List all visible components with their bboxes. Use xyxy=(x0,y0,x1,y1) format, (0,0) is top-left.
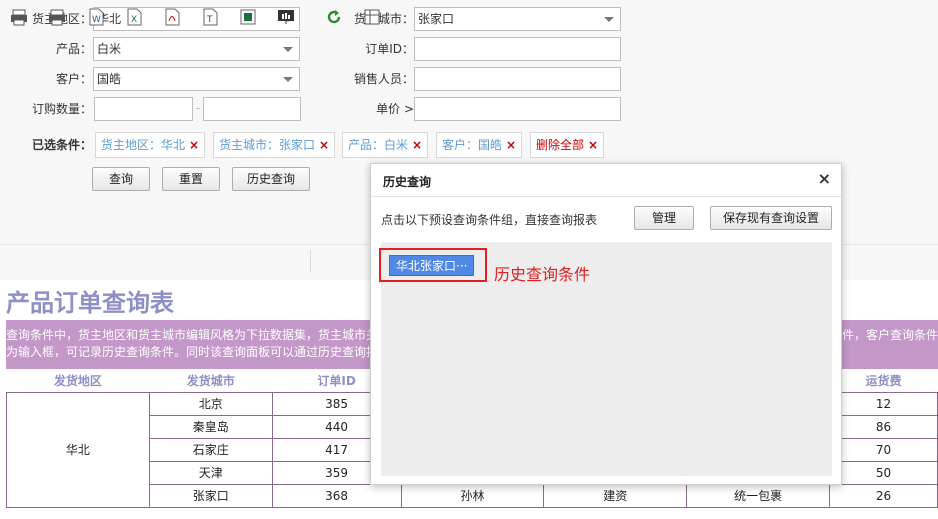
presentation-icon[interactable] xyxy=(277,8,295,26)
table-cell: 建资 xyxy=(543,483,688,508)
product-value: 白米 xyxy=(97,42,122,56)
save-query-settings-button[interactable]: 保存现有查询设置 xyxy=(710,206,832,230)
quantity-from-input[interactable] xyxy=(94,97,193,121)
table-cell: 孙林 xyxy=(400,483,545,508)
customer-value: 国皓 xyxy=(97,72,122,86)
annotation-box xyxy=(379,248,487,282)
chip-customer[interactable]: 客户：国皓 × xyxy=(436,132,523,158)
reset-button[interactable]: 重置 xyxy=(162,167,220,191)
chip-shipper-city[interactable]: 货主城市：张家口 × xyxy=(213,132,336,158)
close-icon[interactable]: × xyxy=(588,138,598,152)
freight-cell: 26 xyxy=(829,483,938,508)
table-cell: 统一包裹 xyxy=(686,483,831,508)
export-excel-icon[interactable]: X xyxy=(125,8,143,26)
product-label: 产品： xyxy=(55,42,92,56)
city-cell: 张家口 xyxy=(148,483,273,508)
chip-label: 货主地区：华北 xyxy=(101,138,186,152)
city-cell: 秦皇岛 xyxy=(148,414,273,439)
freight-cell: 86 xyxy=(829,414,938,439)
close-icon[interactable]: × xyxy=(319,138,329,152)
report-title: 产品订单查询表 xyxy=(6,289,174,317)
city-cell: 天津 xyxy=(148,460,273,485)
quantity-to-input[interactable] xyxy=(203,97,301,121)
close-icon[interactable]: × xyxy=(506,138,516,152)
chip-shipper-region[interactable]: 货主地区：华北 × xyxy=(95,132,206,158)
shipper-city-select[interactable]: 张家口 xyxy=(414,7,621,31)
refresh-icon[interactable] xyxy=(325,8,343,26)
quantity-label: 订购数量： xyxy=(31,102,92,116)
range-separator: - xyxy=(196,101,201,115)
customer-label: 客户： xyxy=(55,72,92,86)
history-query-button[interactable]: 历史查询 xyxy=(232,167,310,191)
order-id-label: 订单ID： xyxy=(365,42,414,56)
salesperson-label: 销售人员： xyxy=(353,72,414,86)
dialog-title: 历史查询 xyxy=(383,175,432,189)
order-id-cell: 368 xyxy=(271,483,402,508)
unit-price-input[interactable] xyxy=(414,97,621,121)
city-cell: 石家庄 xyxy=(148,437,273,462)
freight-cell: 50 xyxy=(829,460,938,485)
chevron-down-icon xyxy=(283,77,293,82)
chip-label: 货主城市：张家口 xyxy=(219,138,316,152)
chip-label: 客户：国皓 xyxy=(442,138,503,152)
close-icon[interactable]: × xyxy=(189,138,199,152)
query-button[interactable]: 查询 xyxy=(92,167,150,191)
region-cell: 华北 xyxy=(6,391,150,508)
svg-text:T: T xyxy=(206,15,213,25)
unit-price-label: 单价 > xyxy=(376,102,414,116)
product-select[interactable]: 白米 xyxy=(93,37,300,61)
clear-all-chip[interactable]: 删除全部 × xyxy=(530,132,605,158)
print-icon[interactable] xyxy=(48,8,66,26)
toolbar-divider xyxy=(310,250,311,272)
export-text-icon[interactable]: T xyxy=(201,8,219,26)
freight-cell: 12 xyxy=(829,391,938,416)
description-right-text: 条件，客户查询条件 xyxy=(829,328,938,342)
chevron-down-icon xyxy=(283,47,293,52)
svg-text:X: X xyxy=(131,15,137,25)
column-header: 发货地区 xyxy=(6,369,150,392)
shipper-city-value: 张家口 xyxy=(418,12,455,26)
selected-conditions-label: 已选条件： xyxy=(31,138,92,152)
city-cell: 北京 xyxy=(148,391,273,416)
order-id-input[interactable] xyxy=(414,37,621,61)
export-pdf-icon[interactable] xyxy=(163,8,181,26)
history-query-dialog: 历史查询 × 点击以下预设查询条件组，直接查询报表 管理 保存现有查询设置 华北… xyxy=(370,163,842,485)
chip-product[interactable]: 产品：白米 × xyxy=(342,132,429,158)
export-word-icon[interactable]: W xyxy=(87,8,105,26)
column-header: 发货城市 xyxy=(149,369,273,392)
manage-button[interactable]: 管理 xyxy=(634,206,694,230)
dialog-separator xyxy=(371,196,841,197)
print-preview-icon[interactable] xyxy=(10,8,28,26)
layout-icon[interactable] xyxy=(363,8,381,26)
freight-cell: 70 xyxy=(829,437,938,462)
close-icon[interactable]: × xyxy=(818,169,831,188)
dialog-hint: 点击以下预设查询条件组，直接查询报表 xyxy=(381,213,598,227)
chip-label: 产品：白米 xyxy=(348,138,409,152)
close-icon[interactable]: × xyxy=(412,138,422,152)
annotation-label: 历史查询条件 xyxy=(494,265,591,284)
customer-select[interactable]: 国皓 xyxy=(93,67,300,91)
chevron-down-icon xyxy=(604,17,614,22)
clear-all-label: 删除全部 xyxy=(536,138,585,152)
export-image-icon[interactable] xyxy=(239,8,257,26)
svg-text:W: W xyxy=(92,15,101,25)
column-header: 运货费 xyxy=(829,369,938,392)
salesperson-input[interactable] xyxy=(414,67,621,91)
